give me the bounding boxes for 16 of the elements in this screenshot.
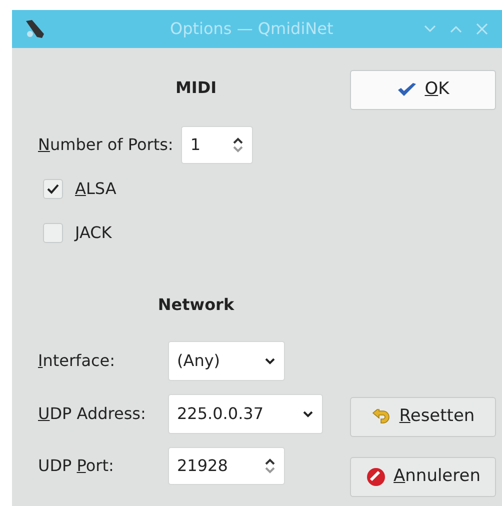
field-label: Interface: xyxy=(38,350,116,372)
dropdown[interactable]: 225.0.0.37 xyxy=(168,394,323,434)
section-heading: Network xyxy=(158,294,234,316)
field-label: UDP Address: xyxy=(38,403,147,425)
reset-button[interactable]: Resetten xyxy=(350,397,496,437)
field-label: UDP Port: xyxy=(38,455,115,477)
checkbox-label[interactable]: JACK xyxy=(75,221,112,245)
section-heading: MIDI xyxy=(175,77,217,99)
cancel-button[interactable]: Annuleren xyxy=(350,457,496,497)
window-title: Options — QmidiNet xyxy=(170,18,334,40)
spin-box[interactable]: 21928 xyxy=(168,447,285,485)
field-label: Number of Ports: xyxy=(38,134,174,156)
dropdown[interactable]: (Any) xyxy=(168,341,285,381)
checkbox-label[interactable]: ALSA xyxy=(75,177,116,201)
spin-box[interactable]: 1 xyxy=(181,126,254,164)
ok-button[interactable]: OK xyxy=(350,70,496,110)
